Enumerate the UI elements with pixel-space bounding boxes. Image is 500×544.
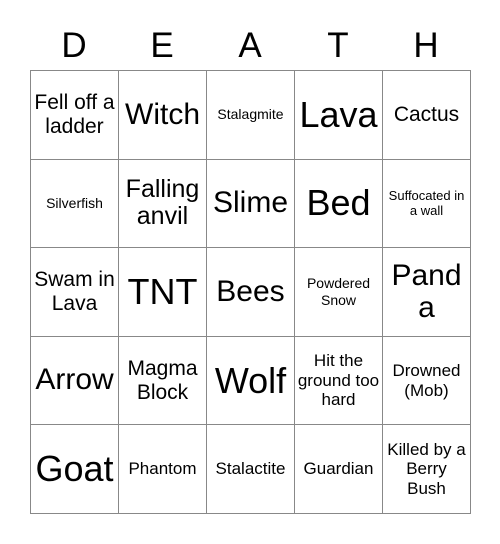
bingo-header-letter-2: E xyxy=(150,25,174,65)
bingo-cell[interactable]: Stalactite xyxy=(207,425,295,514)
bingo-cell-label: Lava xyxy=(299,93,378,135)
bingo-cell[interactable]: Bees xyxy=(207,248,295,337)
bingo-cell[interactable]: Powdered Snow xyxy=(295,248,383,337)
bingo-cell[interactable]: Slime xyxy=(207,159,295,249)
bingo-cell-label: TNT xyxy=(127,271,198,313)
bingo-cell[interactable]: Goat xyxy=(31,425,119,514)
bingo-cell[interactable]: Phantom xyxy=(119,425,207,514)
bingo-cell-label: Phantom xyxy=(128,459,197,479)
bingo-cell-label: Powdered Snow xyxy=(306,275,371,308)
bingo-cell-label: Stalactite xyxy=(215,459,286,479)
bingo-cell[interactable]: Witch xyxy=(119,71,207,160)
bingo-cell-label: Witch xyxy=(125,97,200,131)
bingo-cell[interactable]: TNT xyxy=(119,248,207,337)
bingo-cell-label: Falling anvil xyxy=(125,174,200,231)
bingo-cell-label: Swam in Lava xyxy=(34,268,115,315)
bingo-cell[interactable]: Lava xyxy=(295,71,383,160)
bingo-cell-label: Goat xyxy=(35,448,114,490)
bingo-cell[interactable]: Killed by a Berry Bush xyxy=(383,425,471,514)
bingo-cell-label: Killed by a Berry Bush xyxy=(387,439,466,498)
bingo-cell[interactable]: Falling anvil xyxy=(119,159,207,249)
bingo-cell-label: Wolf xyxy=(214,359,287,401)
bingo-cell[interactable]: Cactus xyxy=(383,71,471,160)
bingo-cell[interactable]: Wolf xyxy=(207,336,295,426)
bingo-header-row: D E A T H xyxy=(30,22,470,68)
bingo-cell-label: Magma Block xyxy=(127,357,198,404)
bingo-cell-label: Bed xyxy=(306,182,371,224)
bingo-header-letter-3: A xyxy=(238,25,262,65)
bingo-cell[interactable]: Swam in Lava xyxy=(31,248,119,337)
bingo-cell-label: Bees xyxy=(216,274,285,308)
bingo-cell-label: Panda xyxy=(391,258,462,324)
bingo-cell-label: Silverfish xyxy=(46,194,103,211)
bingo-cell[interactable]: Suffocated in a wall xyxy=(383,159,471,249)
bingo-cell-label: Fell off a ladder xyxy=(34,91,115,138)
bingo-cell-label: Guardian xyxy=(303,459,374,479)
bingo-cell[interactable]: Magma Block xyxy=(119,336,207,426)
bingo-cell[interactable]: Panda xyxy=(383,248,471,337)
bingo-cell[interactable]: Drowned (Mob) xyxy=(383,336,471,426)
bingo-header-letter-5: H xyxy=(413,25,439,65)
bingo-cell-label: Arrow xyxy=(35,363,114,397)
bingo-cell-label: Cactus xyxy=(393,103,460,127)
bingo-cell-label: Stalagmite xyxy=(217,106,284,123)
bingo-cell[interactable]: Arrow xyxy=(31,336,119,426)
bingo-header-letter-1: D xyxy=(61,25,87,65)
bingo-cell[interactable]: Silverfish xyxy=(31,159,119,249)
bingo-card: D E A T H Fell off a ladder Witch Stalag… xyxy=(0,0,500,544)
bingo-cell[interactable]: Guardian xyxy=(295,425,383,514)
bingo-cell-label: Hit the ground too hard xyxy=(297,351,380,410)
bingo-cell[interactable]: Hit the ground too hard xyxy=(295,336,383,426)
bingo-cell-label: Suffocated in a wall xyxy=(388,187,465,219)
bingo-cell[interactable]: Fell off a ladder xyxy=(31,71,119,160)
bingo-cell-label: Slime xyxy=(212,186,288,220)
bingo-cell-label: Drowned (Mob) xyxy=(392,361,461,400)
bingo-cell[interactable]: Stalagmite xyxy=(207,71,295,160)
bingo-header-letter-4: T xyxy=(327,25,349,65)
bingo-cell[interactable]: Bed xyxy=(295,159,383,249)
bingo-grid: Fell off a ladder Witch Stalagmite Lava … xyxy=(30,70,471,514)
